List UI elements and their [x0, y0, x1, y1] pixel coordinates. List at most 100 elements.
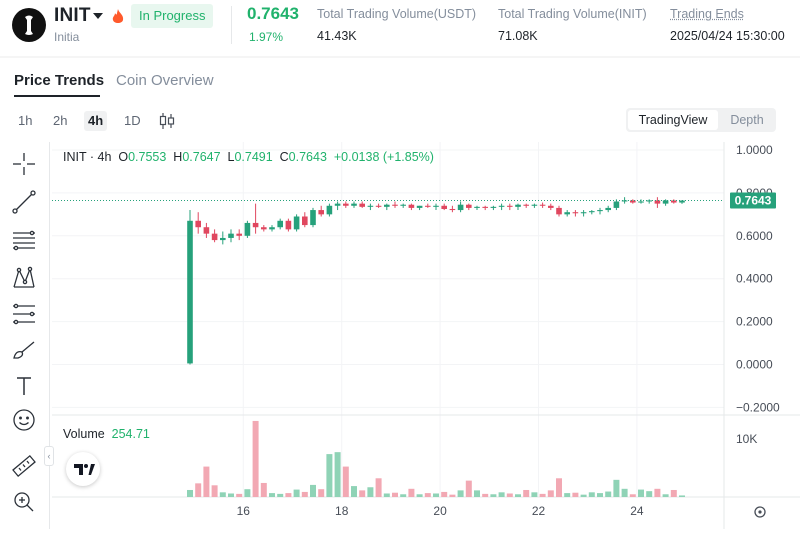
tradingview-logo[interactable] [66, 452, 100, 486]
price-axis-tick: 1.0000 [736, 143, 773, 157]
volume-bar [310, 484, 316, 497]
trading-ends-value: 2025/04/24 15:30:00 [670, 29, 785, 43]
fire-icon [111, 9, 125, 30]
candle-body [203, 227, 210, 234]
candle-body [334, 203, 341, 206]
candle-body [523, 204, 529, 206]
volume-bar [301, 491, 308, 497]
time-axis-tick: 20 [433, 504, 447, 518]
volume-bar [219, 492, 226, 497]
candle-body [425, 205, 431, 207]
trading-ends-label[interactable]: Trading Ends [670, 7, 744, 21]
price-axis-tick: 0.4000 [736, 272, 773, 286]
time-axis-tick: 24 [630, 504, 644, 518]
volume-bar [547, 490, 554, 497]
pattern-icon[interactable] [10, 264, 38, 292]
chevron-down-icon[interactable] [93, 13, 103, 19]
volume-bar [260, 482, 267, 497]
volume-bar [629, 494, 636, 497]
volume-bar [670, 489, 677, 497]
emoji-icon[interactable] [10, 406, 38, 434]
volume-init-value: 71.08K [498, 29, 538, 43]
candlestick-chart-svg[interactable]: 1.00000.80000.60000.40000.20000.0000−0.2… [52, 142, 800, 529]
volume-axis-tick: 10K [736, 432, 757, 446]
legend-high-label: H [173, 150, 183, 164]
volume-bar [334, 452, 341, 497]
candle-body [597, 210, 603, 212]
candle-body [433, 205, 439, 207]
init-token-logo [12, 8, 46, 42]
volume-bar [449, 494, 456, 497]
candle-body [572, 212, 579, 214]
time-axis-tick: 16 [237, 504, 251, 518]
volume-bar [269, 493, 275, 497]
legend-open-label: O [118, 150, 129, 164]
volume-bar [523, 489, 530, 497]
volume-bar [211, 485, 218, 497]
crosshair-icon[interactable] [10, 150, 38, 178]
candle-body [187, 220, 193, 364]
volume-bar [400, 494, 407, 497]
candle-body [392, 204, 398, 206]
depth-option[interactable]: Depth [722, 110, 772, 130]
header-separator [0, 56, 800, 58]
ruler-icon[interactable] [10, 452, 38, 480]
volume-bar [318, 489, 325, 497]
candle-body [466, 204, 472, 208]
timeframe-4h[interactable]: 4h [84, 111, 108, 131]
candle-body [613, 201, 620, 208]
volume-bar [375, 478, 382, 497]
candle-body [220, 237, 226, 241]
volume-bar [580, 494, 587, 497]
volume-bar [408, 488, 415, 497]
prediction-icon[interactable] [10, 300, 38, 328]
timeframe-2h[interactable]: 2h [49, 111, 71, 131]
volume-bar [228, 493, 234, 497]
candle-body [482, 206, 488, 208]
volume-bar [203, 466, 210, 497]
candle-body [318, 210, 324, 215]
volume-bar [342, 466, 349, 497]
candle-body [269, 227, 275, 230]
brush-icon[interactable] [10, 336, 38, 364]
timeframe-1h[interactable]: 1h [14, 111, 36, 131]
volume-bar [662, 494, 669, 497]
symbol-selector[interactable]: INIT [54, 5, 91, 27]
chart-view-toggle[interactable]: TradingView Depth [626, 108, 776, 132]
volume-value: 254.71 [111, 427, 150, 441]
candle-body [490, 206, 497, 208]
volume-bar [433, 493, 439, 497]
candle-body [367, 205, 374, 207]
candle-body [285, 220, 292, 230]
volume-bar [474, 490, 480, 497]
volume-bar [646, 491, 653, 497]
candle-body [556, 207, 562, 215]
text-icon[interactable] [10, 372, 38, 400]
trendline-icon[interactable] [10, 188, 38, 216]
volume-bar [490, 494, 497, 497]
price-axis-tick: 0.6000 [736, 229, 773, 243]
fib-retracement-icon[interactable] [10, 226, 38, 254]
volume-bar [588, 492, 595, 497]
tradingview-option[interactable]: TradingView [628, 110, 718, 130]
timeframe-1d[interactable]: 1D [120, 111, 145, 131]
candle-body [408, 204, 415, 208]
candle-body [498, 205, 505, 207]
market-header: INIT In Progress Initia 0.7643 1.97% Tot… [0, 0, 800, 52]
candle-body [589, 211, 595, 213]
candle-body [474, 206, 480, 208]
candle-body [236, 233, 242, 236]
token-full-name: Initia [54, 30, 80, 44]
volume-bar [498, 492, 505, 497]
price-axis-tick: −0.2000 [736, 400, 780, 414]
tab-coin-overview[interactable]: Coin Overview [116, 72, 214, 89]
candle-body [384, 204, 390, 207]
zoom-in-icon[interactable] [10, 488, 38, 516]
header-divider [231, 6, 232, 44]
legend-close-value: 0.7643 [288, 150, 327, 164]
candle-type-icon[interactable] [158, 112, 176, 135]
tab-price-trends[interactable]: Price Trends [14, 72, 104, 89]
price-chart[interactable]: 1.00000.80000.60000.40000.20000.0000−0.2… [52, 142, 800, 529]
ohlc-legend: INIT · 4h O0.7553 H0.7647 L0.7491 C0.764… [63, 150, 434, 164]
volume-bar [457, 490, 464, 497]
